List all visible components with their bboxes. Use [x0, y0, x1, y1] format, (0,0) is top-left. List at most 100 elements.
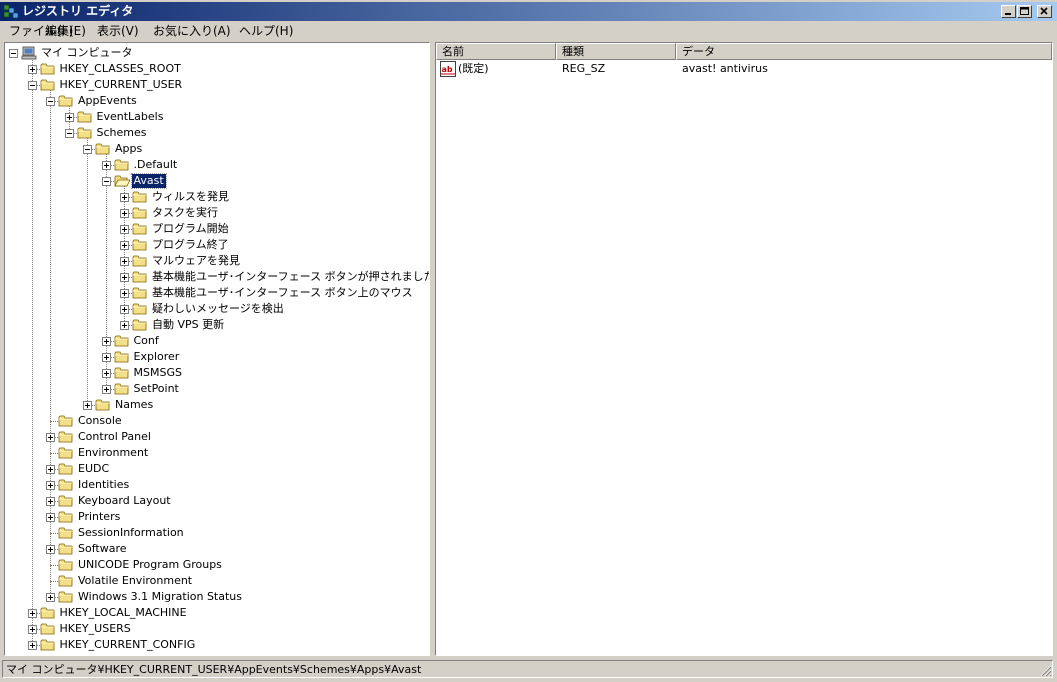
tree-item[interactable]: プログラム開始 — [5, 221, 429, 237]
tree-item[interactable]: EventLabels — [5, 109, 429, 125]
expand-icon[interactable] — [46, 465, 55, 474]
maximize-button[interactable] — [1017, 5, 1032, 18]
expand-icon[interactable] — [46, 513, 55, 522]
expand-icon[interactable] — [101, 337, 111, 346]
tree-item-label[interactable]: Control Panel — [76, 430, 153, 444]
resize-grip-icon[interactable] — [1040, 665, 1052, 677]
value-row[interactable]: ab (既定) REG_SZ avast! antivirus — [436, 61, 1052, 77]
expand-icon[interactable] — [101, 161, 111, 170]
tree-item[interactable]: HKEY_CURRENT_USER — [5, 77, 429, 93]
tree-item[interactable]: ウィルスを発見 — [5, 189, 429, 205]
expand-icon[interactable] — [120, 305, 129, 314]
expand-icon[interactable] — [46, 497, 55, 506]
expand-icon[interactable] — [120, 209, 129, 218]
tree-item[interactable]: Avast — [5, 173, 429, 189]
tree-item[interactable]: EUDC — [5, 461, 429, 477]
tree-item-label[interactable]: EventLabels — [95, 110, 166, 124]
tree-item[interactable]: HKEY_CURRENT_CONFIG — [5, 637, 429, 653]
tree-item[interactable]: .Default — [5, 157, 429, 173]
column-header-name[interactable]: 名前 — [436, 43, 556, 60]
tree-item-label[interactable]: AppEvents — [76, 94, 139, 108]
tree-item[interactable]: 自動 VPS 更新 — [5, 317, 429, 333]
tree-item-label[interactable]: Environment — [76, 446, 150, 460]
tree-item-label[interactable]: Printers — [76, 510, 122, 524]
tree-item-label[interactable]: Windows 3.1 Migration Status — [76, 590, 244, 604]
tree-item-label[interactable]: HKEY_CURRENT_CONFIG — [58, 638, 198, 652]
tree-item[interactable]: HKEY_LOCAL_MACHINE — [5, 605, 429, 621]
expand-icon[interactable] — [83, 401, 92, 410]
tree-item[interactable]: 疑わしいメッセージを検出 — [5, 301, 429, 317]
tree-item-label[interactable]: UNICODE Program Groups — [76, 558, 224, 572]
tree-item-label-selected[interactable]: Avast — [130, 173, 167, 189]
tree-item[interactable]: マルウェアを発見 — [5, 253, 429, 269]
tree-item[interactable]: 基本機能ユーザ･インターフェース ボタンが押されました — [5, 269, 429, 285]
menu-view[interactable]: 表示(V) — [94, 23, 142, 39]
tree-item-label[interactable]: HKEY_USERS — [58, 622, 133, 636]
expand-icon[interactable] — [101, 353, 111, 362]
tree-item-label[interactable]: Apps — [113, 142, 144, 156]
tree-item-label[interactable]: HKEY_LOCAL_MACHINE — [58, 606, 189, 620]
expand-icon[interactable] — [101, 385, 111, 394]
expand-icon[interactable] — [27, 641, 37, 650]
tree-item-label[interactable]: Schemes — [95, 126, 149, 140]
menu-favorites[interactable]: お気に入り(A) — [150, 23, 234, 39]
tree-item[interactable]: Conf — [5, 333, 429, 349]
expand-icon[interactable] — [120, 241, 129, 250]
tree-item[interactable]: Console — [5, 413, 429, 429]
expand-icon[interactable] — [101, 369, 111, 378]
expand-icon[interactable] — [120, 273, 129, 282]
tree-item[interactable]: HKEY_CLASSES_ROOT — [5, 61, 429, 77]
collapse-icon[interactable] — [9, 49, 18, 58]
tree-item[interactable]: Control Panel — [5, 429, 429, 445]
tree-item[interactable]: Windows 3.1 Migration Status — [5, 589, 429, 605]
tree-item-label[interactable]: Names — [113, 398, 155, 412]
tree-item-label[interactable]: SessionInformation — [76, 526, 186, 540]
expand-icon[interactable] — [46, 545, 55, 554]
tree-item-label[interactable]: Console — [76, 414, 124, 428]
tree-item-label[interactable]: SetPoint — [132, 382, 181, 396]
tree-item[interactable]: SessionInformation — [5, 525, 429, 541]
tree-item[interactable]: UNICODE Program Groups — [5, 557, 429, 573]
tree-item-label[interactable]: HKEY_CLASSES_ROOT — [58, 62, 183, 76]
collapse-icon[interactable] — [101, 177, 111, 186]
value-list-pane[interactable]: 名前 種類 データ ab (既定) REG_SZ avast! antivirus — [435, 42, 1053, 656]
title-bar[interactable]: レジストリ エディタ — [0, 2, 1057, 21]
tree-item-label[interactable]: プログラム開始 — [150, 222, 231, 236]
tree-item-label[interactable]: MSMSGS — [132, 366, 184, 380]
tree-item-label[interactable]: プログラム終了 — [150, 238, 231, 252]
collapse-icon[interactable] — [83, 145, 92, 154]
column-header-type[interactable]: 種類 — [556, 43, 676, 60]
tree-item-label[interactable]: マルウェアを発見 — [150, 254, 242, 268]
tree-item[interactable]: Names — [5, 397, 429, 413]
tree-item-label[interactable]: EUDC — [76, 462, 111, 476]
expand-icon[interactable] — [64, 113, 74, 122]
expand-icon[interactable] — [46, 481, 55, 490]
tree-item-label[interactable]: Conf — [132, 334, 161, 348]
tree-item[interactable]: 基本機能ユーザ･インターフェース ボタン上のマウス — [5, 285, 429, 301]
tree-item[interactable]: MSMSGS — [5, 365, 429, 381]
expand-icon[interactable] — [46, 593, 55, 602]
tree-item-label[interactable]: Software — [76, 542, 129, 556]
tree-item[interactable]: Explorer — [5, 349, 429, 365]
tree-item-label[interactable]: Identities — [76, 478, 131, 492]
tree-item-label[interactable]: 疑わしいメッセージを検出 — [150, 302, 286, 316]
tree-item-label[interactable]: HKEY_CURRENT_USER — [58, 78, 185, 92]
tree-item-label[interactable]: ウィルスを発見 — [150, 190, 231, 204]
tree-item[interactable]: Printers — [5, 509, 429, 525]
tree-item[interactable]: タスクを実行 — [5, 205, 429, 221]
menu-help[interactable]: ヘルプ(H) — [236, 23, 296, 39]
expand-icon[interactable] — [120, 225, 129, 234]
expand-icon[interactable] — [120, 289, 129, 298]
tree-item[interactable]: HKEY_USERS — [5, 621, 429, 637]
collapse-icon[interactable] — [27, 81, 37, 90]
column-header-data[interactable]: データ — [676, 43, 1052, 60]
expand-icon[interactable] — [120, 321, 129, 330]
expand-icon[interactable] — [27, 65, 37, 74]
tree-item-label[interactable]: Keyboard Layout — [76, 494, 173, 508]
tree-item[interactable]: Schemes — [5, 125, 429, 141]
expand-icon[interactable] — [27, 625, 37, 634]
expand-icon[interactable] — [120, 193, 129, 202]
minimize-button[interactable] — [1001, 5, 1016, 18]
tree-item[interactable]: Apps — [5, 141, 429, 157]
tree-item-label[interactable]: 自動 VPS 更新 — [150, 318, 226, 332]
